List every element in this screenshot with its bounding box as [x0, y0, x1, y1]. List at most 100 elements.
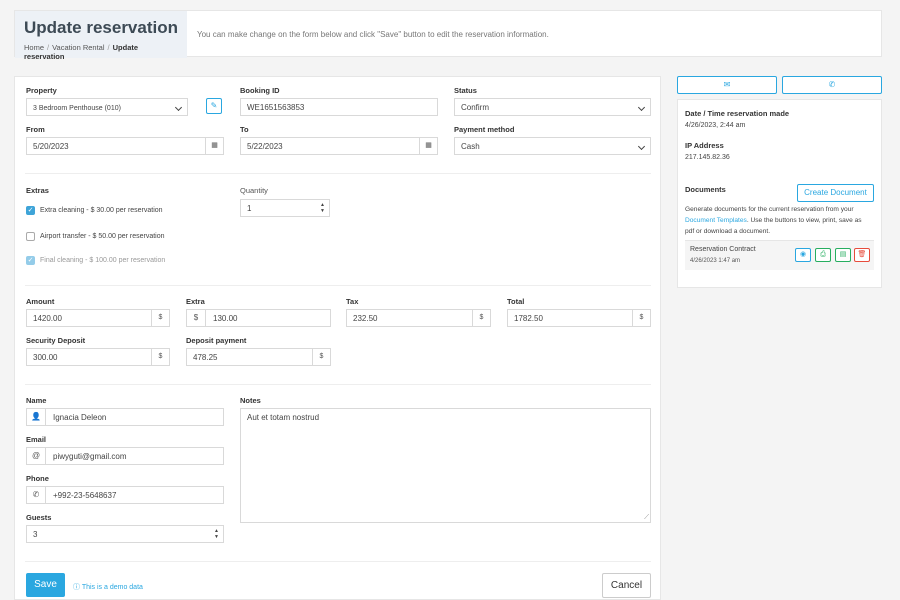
divider — [25, 384, 651, 385]
stepper-arrows-icon[interactable]: ▲ ▼ — [320, 202, 326, 214]
final-cleaning-label: Final cleaning - $ 100.00 per reservatio… — [40, 257, 166, 264]
property-value: 3 Bedroom Penthouse (010) — [33, 105, 121, 112]
divider — [25, 561, 651, 562]
property-label: Property — [26, 86, 57, 95]
property-select[interactable]: 3 Bedroom Penthouse (010) — [26, 98, 188, 116]
phone-value: +992-23-5648637 — [53, 491, 117, 500]
tax-value: 232.50 — [353, 314, 378, 323]
phone-icon: ✆ — [828, 80, 836, 89]
page-description: You can make change on the form below an… — [197, 30, 549, 39]
eye-icon: ◉ — [799, 251, 807, 258]
date-made-value: 4/26/2023, 2:44 am — [685, 122, 746, 129]
quantity-stepper[interactable]: 1 ▲ ▼ — [240, 199, 330, 217]
extra-input[interactable]: $130.00 — [186, 309, 331, 327]
extra-label: Extra — [186, 297, 205, 306]
dollar-addon: $ — [187, 310, 206, 326]
from-date-input[interactable]: 5/20/2023 ▦ — [26, 137, 224, 155]
pdf-document-button[interactable]: ▤ — [835, 248, 851, 262]
final-cleaning-checkbox: ✓ — [26, 256, 35, 265]
divider — [25, 285, 651, 286]
security-deposit-value: 300.00 — [33, 353, 58, 362]
calendar-icon[interactable]: ▦ — [419, 138, 437, 154]
status-value: Confirm — [461, 103, 490, 112]
view-document-button[interactable]: ◉ — [795, 248, 811, 262]
total-label: Total — [507, 297, 525, 306]
document-templates-link[interactable]: Document Templates — [685, 217, 747, 224]
phone-input[interactable]: ✆ +992-23-5648637 — [26, 486, 224, 504]
title-block: Update reservation Home / Vacation Rental /… — [15, 11, 187, 61]
page-header: Update reservation Home / Vacation Rental /… — [14, 10, 882, 61]
from-value: 5/20/2023 — [33, 142, 69, 151]
user-icon: 👤 — [27, 409, 46, 425]
save-button[interactable]: Save — [26, 573, 65, 597]
security-deposit-input[interactable]: 300.00 $ — [26, 348, 170, 366]
security-deposit-label: Security Deposit — [26, 336, 86, 345]
deposit-payment-label: Deposit payment — [186, 336, 247, 345]
edit-property-button[interactable]: ✎ — [206, 98, 222, 114]
payment-method-select[interactable]: Cash — [454, 137, 651, 155]
status-label: Status — [454, 86, 477, 95]
total-value: 1782.50 — [514, 314, 543, 323]
divider — [25, 173, 651, 174]
printer-icon: ⎙ — [820, 251, 826, 258]
from-label: From — [26, 125, 45, 134]
file-pdf-icon: ▤ — [839, 251, 847, 258]
booking-id-input[interactable]: WE1651563853 — [240, 98, 438, 116]
demo-note: ⓘ This is a demo data — [73, 582, 143, 592]
call-button[interactable]: ✆ — [782, 76, 882, 94]
info-icon: ⓘ — [73, 584, 80, 591]
dollar-addon: $ — [472, 310, 490, 326]
page-title: Update reservation — [24, 18, 178, 37]
guests-label: Guests — [26, 513, 52, 522]
email-value: piwyguti@gmail.com — [53, 452, 127, 461]
phone-label: Phone — [26, 474, 49, 483]
notes-textarea[interactable]: Aut et totam nostrud ⟋ — [240, 408, 651, 523]
date-made-label: Date / Time reservation made — [685, 109, 790, 118]
breadcrumb-home[interactable]: Home — [24, 43, 44, 52]
documents-help-text: Generate documents for the current reser… — [685, 206, 854, 213]
stepper-arrows-icon[interactable]: ▲ ▼ — [214, 528, 220, 540]
extra-value: 130.00 — [213, 314, 238, 323]
to-label: To — [240, 125, 249, 134]
documents-label: Documents — [685, 185, 726, 194]
tax-input[interactable]: 232.50 $ — [346, 309, 491, 327]
tax-label: Tax — [346, 297, 359, 306]
breadcrumb-vacation-rental[interactable]: Vacation Rental — [52, 43, 104, 52]
payment-method-label: Payment method — [454, 125, 515, 134]
reservation-form: Property 3 Bedroom Penthouse (010) ✎ Boo… — [14, 76, 661, 600]
booking-id-label: Booking ID — [240, 86, 280, 95]
guests-value: 3 — [33, 530, 38, 539]
breadcrumb: Home / Vacation Rental / Update reservation — [24, 43, 139, 61]
create-document-button[interactable]: Create Document — [797, 184, 874, 202]
name-label: Name — [26, 396, 47, 405]
email-button[interactable]: ✉ — [677, 76, 777, 94]
extra-cleaning-checkbox[interactable]: ✓ — [26, 206, 35, 215]
dollar-addon: $ — [632, 310, 650, 326]
status-select[interactable]: Confirm — [454, 98, 651, 116]
ip-address-value: 217.145.82.36 — [685, 154, 730, 161]
dollar-addon: $ — [151, 310, 169, 326]
guests-stepper[interactable]: 3 ▲ ▼ — [26, 525, 224, 543]
email-field[interactable]: @ piwyguti@gmail.com — [26, 447, 224, 465]
to-date-input[interactable]: 5/22/2023 ▦ — [240, 137, 438, 155]
total-input[interactable]: 1782.50 $ — [507, 309, 651, 327]
resize-handle-icon[interactable]: ⟋ — [644, 514, 649, 522]
extras-label: Extras — [26, 186, 49, 195]
document-date: 4/26/2023 1:47 am — [690, 258, 741, 264]
delete-document-button[interactable]: 🗑 — [854, 248, 870, 262]
trash-icon: 🗑 — [857, 251, 867, 258]
dollar-addon: $ — [312, 349, 330, 365]
amount-value: 1420.00 — [33, 314, 62, 323]
airport-transfer-checkbox[interactable] — [26, 232, 35, 241]
ip-address-label: IP Address — [685, 141, 724, 150]
name-input[interactable]: 👤 Ignacia Deleon — [26, 408, 224, 426]
reservation-sidebar: Date / Time reservation made 4/26/2023, … — [677, 99, 882, 288]
calendar-icon[interactable]: ▦ — [205, 138, 223, 154]
phone-icon: ✆ — [27, 487, 46, 503]
demo-note-text: This is a demo data — [81, 584, 143, 591]
cancel-button[interactable]: Cancel — [602, 573, 651, 598]
print-document-button[interactable]: ⎙ — [815, 248, 831, 262]
amount-input[interactable]: 1420.00 $ — [26, 309, 170, 327]
document-name: Reservation Contract — [690, 246, 756, 253]
deposit-payment-input[interactable]: 478.25 $ — [186, 348, 331, 366]
